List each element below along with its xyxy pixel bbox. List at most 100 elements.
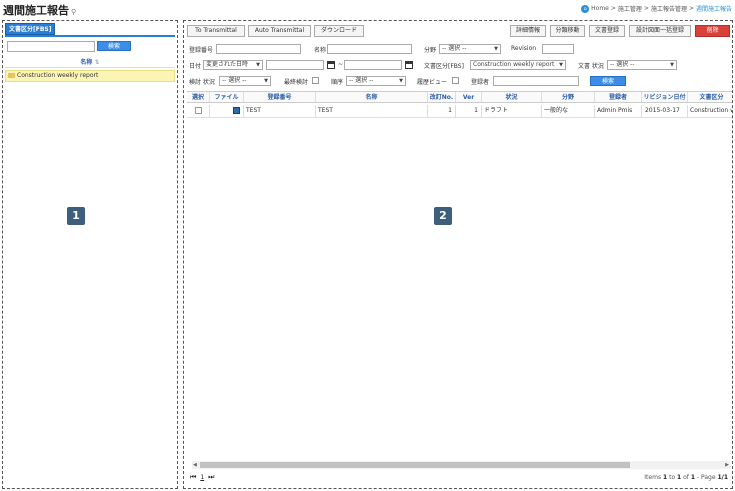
first-page-icon[interactable]: ⏮ (190, 473, 196, 482)
page-title-text: 週間施工報告 (3, 4, 69, 17)
doc-status-label: 文書 状況 (578, 63, 604, 70)
chevron-down-icon: ▼ (264, 78, 268, 84)
chevron-down-icon: ▼ (399, 78, 403, 84)
date-from-input[interactable] (266, 60, 324, 70)
pin-icon[interactable]: ⚲ (71, 8, 76, 16)
chevron-down-icon: ▼ (256, 62, 260, 68)
breadcrumb-current: 週間施工報告 (695, 6, 732, 13)
page-info: Items 1 to 1 of 1 - Page 1/1 (644, 474, 728, 481)
to-transmittal-button[interactable]: To Transmittal (187, 25, 245, 37)
download-button[interactable]: ダウンロード (314, 25, 364, 37)
panel-badge-2: 2 (434, 207, 452, 225)
doc-category-select[interactable]: Construction weekly report ▼ (470, 60, 566, 70)
chevron-down-icon: ▼ (494, 46, 498, 52)
page-number[interactable]: 1 (200, 474, 204, 481)
col-rev-date[interactable]: リビジョン日付 (641, 92, 687, 102)
breadcrumb-level2[interactable]: 施工報告管理 (651, 4, 687, 13)
name-cell: TEST (315, 105, 427, 117)
page-title: 週間施工報告 ⚲ (3, 2, 76, 18)
col-select[interactable]: 選択 (187, 92, 209, 102)
breadcrumb-level1[interactable]: 施工管理 (618, 4, 642, 13)
breadcrumb: ⌂ Home > 施工管理 > 施工報告管理 > 週間施工報告 (581, 4, 732, 13)
review-status-select[interactable]: -- 選択 -- ▼ (219, 76, 271, 86)
review-status-value: -- 選択 -- (222, 77, 247, 84)
history-view-label: 履歴ビュー (417, 79, 448, 86)
date-type-select[interactable]: 変更された日時 ▼ (203, 60, 263, 70)
tab-underline (5, 35, 175, 37)
row-checkbox[interactable] (194, 107, 202, 114)
page-label: Page (701, 474, 716, 481)
save-icon[interactable] (233, 107, 240, 114)
col-name[interactable]: 名称 (315, 92, 427, 102)
rev-no-cell: 1 (427, 105, 455, 117)
calendar-icon[interactable] (327, 61, 335, 69)
col-field[interactable]: 分野 (541, 92, 594, 102)
registrant-input[interactable] (493, 76, 579, 86)
date-type-value: 変更された日時 (206, 61, 249, 68)
table-row[interactable]: TEST TEST 1 1 ドラフト 一般的な Admin Pmis 2015-… (187, 105, 732, 118)
order-select[interactable]: -- 選択 -- ▼ (346, 76, 406, 86)
date-separator: ~ (338, 61, 344, 68)
horizontal-scrollbar[interactable]: ◀ ▶ (192, 461, 730, 469)
breadcrumb-home[interactable]: Home (591, 5, 609, 12)
grid-header: 選択 ファイル 登録番号 名称 改訂No. Ver 状況 分野 登録者 リビジョ… (187, 91, 732, 103)
doc-category-value: Construction weekly report (473, 61, 555, 68)
panel-badge-1: 1 (67, 207, 85, 225)
page-info-to: 1 (677, 474, 682, 481)
history-view-checkbox[interactable] (452, 77, 459, 84)
sort-icon: ⇅ (94, 59, 100, 66)
last-page-icon[interactable]: ⏭ (208, 473, 214, 482)
auto-transmittal-button[interactable]: Auto Transmittal (248, 25, 311, 37)
doc-register-button[interactable]: 文書登録 (589, 25, 625, 37)
field-select[interactable]: -- 選択 -- ▼ (439, 44, 501, 54)
field-label: 分野 (424, 47, 437, 54)
tree-search-input[interactable] (7, 41, 95, 52)
delete-button[interactable]: 削除 (695, 25, 730, 37)
tab-doc-category[interactable]: 文書区分[FBS] (5, 23, 56, 35)
detail-info-button[interactable]: 詳細情報 (510, 25, 546, 37)
scroll-left-icon[interactable]: ◀ (193, 461, 197, 469)
order-label: 順序 (331, 79, 344, 86)
file-cell (209, 105, 243, 117)
reg-no-cell: TEST (243, 105, 315, 117)
col-registrant[interactable]: 登録者 (594, 92, 641, 102)
registrant-label: 登録者 (471, 79, 490, 86)
col-status[interactable]: 状況 (481, 92, 541, 102)
pager: ⏮ 1 ⏭ (190, 473, 214, 482)
page-info-prefix: Items (644, 474, 662, 481)
move-category-button[interactable]: 分類移動 (550, 25, 585, 37)
date-label: 日付 (189, 63, 202, 70)
document-list-panel: To Transmittal Auto Transmittal ダウンロード 詳… (183, 20, 733, 489)
rev-date-cell: 2015-03-17 (641, 105, 687, 117)
tree-item[interactable]: Construction weekly report (5, 70, 175, 82)
chevron-down-icon: ▼ (559, 62, 563, 68)
bulk-register-button[interactable]: 設計図面一括登録 (629, 25, 691, 37)
search-button[interactable]: 検索 (590, 76, 626, 86)
reg-no-input[interactable] (216, 44, 301, 54)
col-rev-no[interactable]: 改訂No. (427, 92, 455, 102)
scrollbar-thumb[interactable] (200, 462, 630, 468)
row-select-cell (187, 105, 209, 117)
scroll-right-icon[interactable]: ▶ (725, 461, 729, 469)
registrant-cell: Admin Pmis (594, 105, 641, 117)
col-reg-no[interactable]: 登録番号 (243, 92, 315, 102)
name-label: 名称 (314, 47, 327, 54)
revision-input[interactable] (542, 44, 574, 54)
calendar-icon[interactable] (405, 61, 413, 69)
col-file[interactable]: ファイル (209, 92, 243, 102)
tree-column-header[interactable]: 名称 ⇅ (5, 57, 175, 68)
doc-category-label: 文書区分[FBS] (424, 63, 464, 70)
col-doc-category[interactable]: 文書区分 (687, 92, 732, 102)
final-review-checkbox[interactable] (312, 77, 319, 84)
folder-icon (8, 73, 15, 78)
page-info-of: 1 (690, 474, 696, 481)
doc-status-select[interactable]: -- 選択 -- ▼ (607, 60, 677, 70)
doc-category-cell: Construction weekly (687, 105, 732, 117)
col-ver[interactable]: Ver (455, 92, 481, 102)
date-to-input[interactable] (344, 60, 402, 70)
final-review-label: 最終検討 (284, 79, 309, 86)
home-icon[interactable]: ⌂ (581, 4, 590, 13)
tree-search-button[interactable]: 検索 (97, 41, 131, 51)
name-input[interactable] (327, 44, 412, 54)
field-cell: 一般的な (541, 105, 594, 117)
